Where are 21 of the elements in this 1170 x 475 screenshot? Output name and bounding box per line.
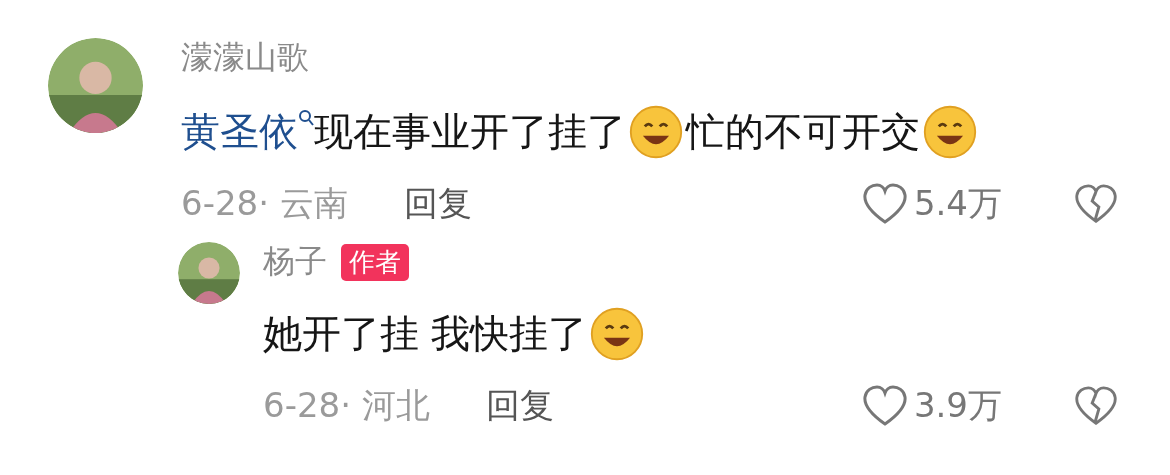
heart-icon: [861, 385, 908, 427]
search-icon: [298, 109, 314, 127]
like-button[interactable]: 5.4万: [861, 181, 1002, 227]
emoji-icon: [922, 104, 978, 160]
emoji-icon: [589, 306, 646, 362]
username[interactable]: 濛濛山歌: [181, 36, 309, 80]
date-location: 6-28· 云南: [181, 182, 348, 225]
like-button[interactable]: 3.9万: [861, 383, 1002, 429]
reply-button[interactable]: 回复: [403, 181, 472, 227]
dislike-button[interactable]: [1074, 385, 1118, 427]
emoji-icon: [628, 104, 684, 160]
dislike-button[interactable]: [1074, 183, 1118, 225]
author-badge: 作者: [341, 243, 409, 281]
user-mention-link[interactable]: 黄圣依: [181, 105, 314, 159]
reply-button[interactable]: 回复: [485, 383, 554, 429]
comment-text: 她开了挂 我快挂了: [263, 310, 588, 358]
comment-text: 现在事业开了挂了: [314, 108, 626, 156]
username[interactable]: 杨子: [263, 240, 327, 284]
date-location: 6-28· 河北: [263, 384, 430, 427]
comment-text: 忙的不可开交: [686, 108, 920, 156]
heart-icon: [861, 183, 908, 225]
